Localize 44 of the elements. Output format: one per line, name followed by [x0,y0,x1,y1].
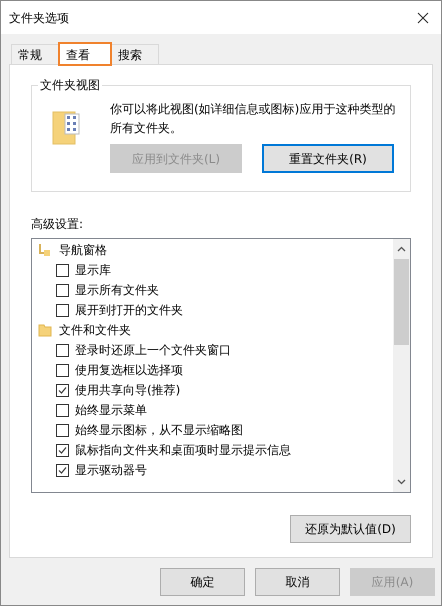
scroll-up-icon[interactable] [397,246,406,252]
option-label[interactable]: 显示库 [75,261,111,279]
dialog-button[interactable]: 确定 [160,568,245,596]
checkbox[interactable] [56,364,69,376]
checkbox[interactable] [56,384,69,396]
scrollbar-thumb[interactable] [394,259,409,345]
option-label[interactable]: 使用复选框以选择项 [75,361,183,379]
option-label[interactable]: 登录时还原上一个文件夹窗口 [75,341,231,359]
option-label[interactable]: 鼠标指向文件夹和桌面项时显示提示信息 [75,441,291,459]
tab[interactable]: 查看 [59,43,111,65]
close-icon[interactable] [417,12,429,24]
option-label[interactable]: 显示所有文件夹 [75,281,159,299]
checkbox[interactable] [56,424,69,436]
check-icon [58,446,67,454]
checkbox[interactable] [56,444,69,456]
scroll-down-icon[interactable] [397,479,406,485]
option-label[interactable]: 始终显示图标，从不显示缩略图 [75,421,243,439]
scrollbar[interactable] [393,239,410,492]
check-icon [58,386,67,394]
option-label[interactable]: 始终显示菜单 [75,401,147,419]
tab[interactable]: 常规 [11,44,59,64]
navigation-pane-icon [38,243,52,257]
folder-view-button[interactable]: 重置文件夹(R) [262,144,394,173]
tab[interactable]: 搜索 [111,44,159,64]
option-label[interactable]: 显示驱动器号 [75,461,147,479]
checkbox[interactable] [56,304,69,316]
folder-icon [38,323,52,337]
checkbox[interactable] [56,264,69,276]
description: 你可以将此视图(如详细信息或图标)应用于这种类型的所有文件夹。 [110,101,396,137]
folder-icon [52,110,80,146]
checkbox[interactable] [56,344,69,356]
checkbox[interactable] [56,464,69,476]
option-label[interactable]: 使用共享向导(推荐) [75,381,180,399]
group-title: 文件夹视图 [38,78,102,92]
window-title: 文件夹选项 [9,10,69,26]
dialog-button[interactable]: 取消 [255,568,340,596]
checkbox[interactable] [56,404,69,416]
category-label: 文件和文件夹 [59,322,131,339]
checkbox[interactable] [56,284,69,296]
option-label[interactable]: 展开到打开的文件夹 [75,301,183,319]
category-label: 导航窗格 [59,242,107,259]
check-icon [58,466,67,474]
advanced-settings-label: 高级设置: [31,216,84,232]
restore-defaults-button[interactable]: 还原为默认值(D) [290,515,411,543]
